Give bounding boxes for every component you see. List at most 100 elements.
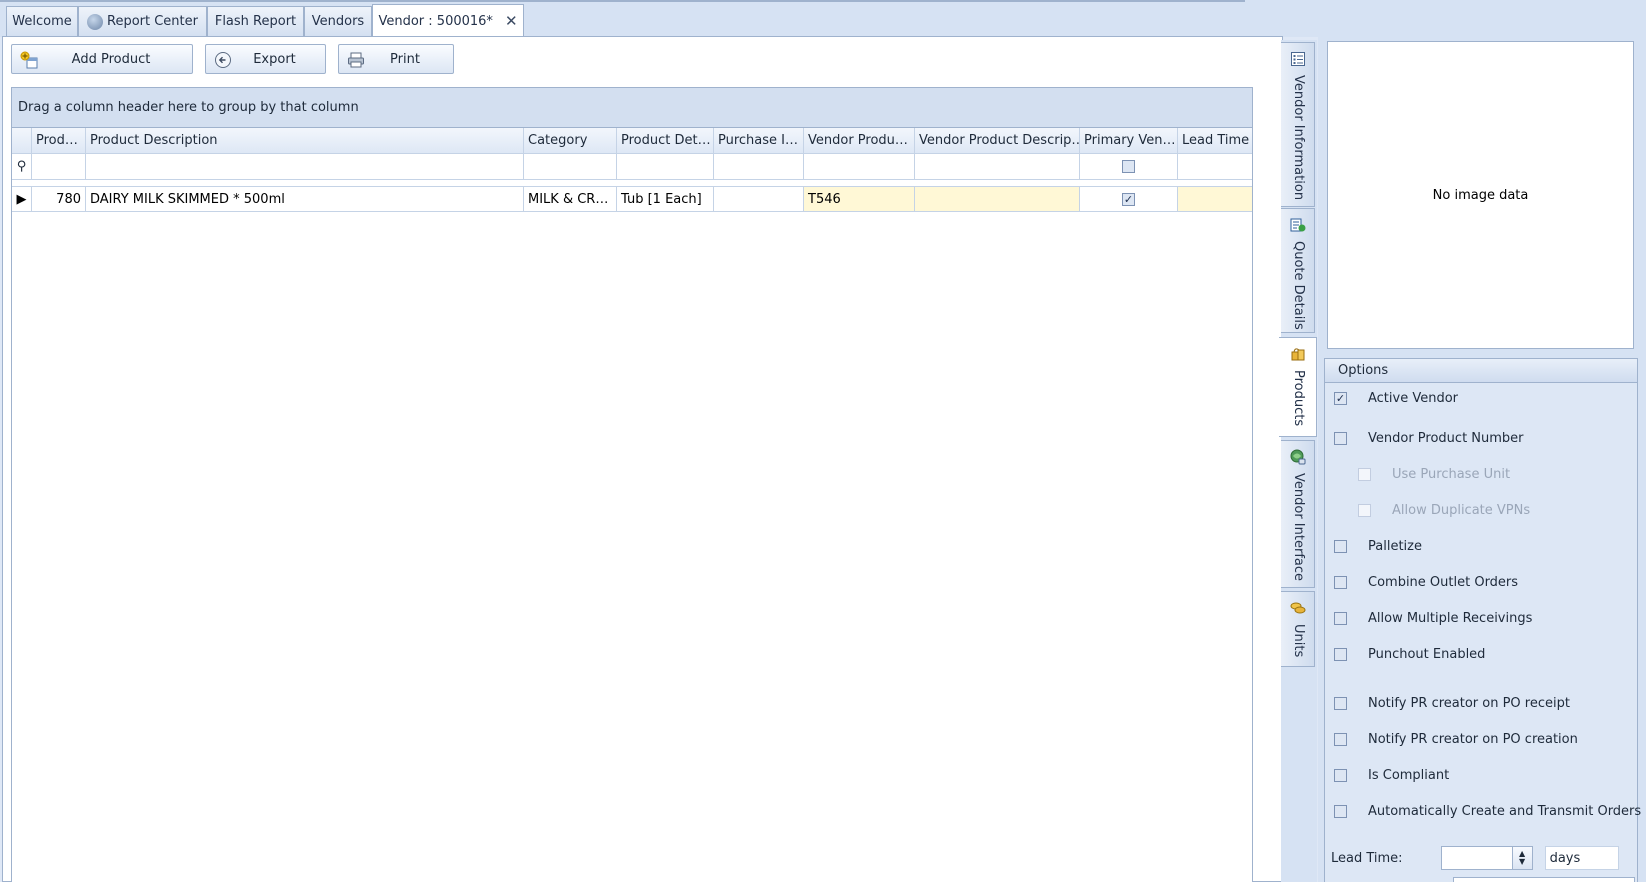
tab-flash-report[interactable]: Flash Report: [207, 6, 304, 36]
notify-po-receipt-checkbox[interactable]: [1334, 697, 1347, 710]
add-product-icon: [20, 51, 38, 69]
print-button[interactable]: Print: [338, 44, 454, 74]
units-icon: [1290, 602, 1306, 614]
side-tab-strip: Vendor Information Quote Details Product…: [1279, 40, 1317, 882]
options-header: Options: [1325, 359, 1637, 383]
cell-lead-time[interactable]: [1178, 187, 1252, 212]
row-indicator-header: [12, 128, 32, 154]
filter-cell[interactable]: [915, 154, 1080, 180]
option-notify-pr-on-po-receipt[interactable]: Notify PR creator on PO receipt: [1334, 696, 1570, 711]
column-header-category[interactable]: Category: [524, 128, 617, 154]
lead-time-unit: days: [1544, 846, 1619, 870]
cell-category[interactable]: MILK & CR…: [524, 187, 617, 212]
option-label: Palletize: [1368, 539, 1422, 554]
side-tab-units[interactable]: Units: [1281, 591, 1315, 667]
cell-product-detail[interactable]: Tub [1 Each]: [617, 187, 714, 212]
column-header-vendor-product-description[interactable]: Vendor Product Descrip…: [915, 128, 1080, 154]
side-tab-label: Quote Details: [1291, 241, 1306, 330]
side-tab-vendor-interface[interactable]: Vendor Interface: [1281, 440, 1315, 588]
column-header-product-detail[interactable]: Product Det…: [617, 128, 714, 154]
group-by-hint: Drag a column header here to group by th…: [18, 100, 359, 115]
auto-create-transmit-checkbox[interactable]: [1334, 805, 1347, 818]
spinner-arrows-icon[interactable]: ▲ ▼: [1511, 847, 1532, 869]
option-label: Is Compliant: [1368, 768, 1450, 783]
grid-header-row: Prod… Product Description Category Produ…: [12, 128, 1252, 154]
column-header-lead-time[interactable]: Lead Time: [1178, 128, 1252, 154]
option-label: Use Purchase Unit: [1392, 467, 1511, 482]
option-use-purchase-unit: Use Purchase Unit: [1358, 467, 1510, 482]
option-allow-multiple-receivings[interactable]: Allow Multiple Receivings: [1334, 611, 1532, 626]
cell-vendor-product-number[interactable]: T546: [804, 187, 915, 212]
use-purchase-unit-checkbox: [1358, 468, 1371, 481]
spin-down-icon[interactable]: ▼: [1519, 858, 1525, 866]
option-notify-pr-on-po-creation[interactable]: Notify PR creator on PO creation: [1334, 732, 1578, 747]
close-icon[interactable]: ✕: [505, 12, 518, 30]
options-group: Options ✓ Active Vendor Vendor Product N…: [1324, 358, 1641, 882]
options-title: Options: [1338, 363, 1389, 378]
option-palletize[interactable]: Palletize: [1334, 539, 1422, 554]
filter-checkbox[interactable]: [1122, 160, 1135, 173]
option-is-compliant[interactable]: Is Compliant: [1334, 768, 1449, 783]
side-tab-label: Products: [1291, 370, 1306, 427]
filter-cell[interactable]: [1178, 154, 1252, 180]
add-product-label: Add Product: [71, 51, 151, 67]
cell-primary-vendor[interactable]: ✓: [1080, 187, 1178, 212]
column-header-vendor-product-number[interactable]: Vendor Produ…: [804, 128, 915, 154]
option-active-vendor[interactable]: ✓ Active Vendor: [1334, 391, 1458, 406]
allow-multiple-receivings-checkbox[interactable]: [1334, 612, 1347, 625]
products-panel: Add Product Export Print Drag a column h…: [2, 36, 1283, 882]
export-button[interactable]: Export: [205, 44, 326, 74]
cell-product-number[interactable]: 780: [32, 187, 86, 212]
tab-welcome[interactable]: Welcome: [6, 6, 78, 36]
cell-purchase-item[interactable]: [714, 187, 804, 212]
product-image-box[interactable]: No image data: [1327, 41, 1634, 349]
notify-po-creation-checkbox[interactable]: [1334, 733, 1347, 746]
option-vendor-product-number[interactable]: Vendor Product Number: [1334, 431, 1524, 446]
option-allow-duplicate-vpns: Allow Duplicate VPNs: [1358, 503, 1530, 518]
printer-icon: [348, 52, 364, 68]
tab-vendors[interactable]: Vendors: [304, 6, 372, 36]
lead-time-label: Lead Time:: [1331, 850, 1403, 866]
side-tab-label: Vendor Interface: [1291, 473, 1306, 582]
side-tab-products[interactable]: Products: [1279, 337, 1317, 437]
filter-cell[interactable]: [617, 154, 714, 180]
option-label: Active Vendor: [1368, 391, 1459, 406]
option-punchout-enabled[interactable]: Punchout Enabled: [1334, 647, 1485, 662]
side-tab-vendor-information[interactable]: Vendor Information: [1281, 42, 1315, 207]
cell-product-description[interactable]: DAIRY MILK SKIMMED * 500ml: [86, 187, 524, 212]
filter-cell[interactable]: [524, 154, 617, 180]
column-header-product-description[interactable]: Product Description: [86, 128, 524, 154]
tab-report-center[interactable]: Report Center: [78, 6, 207, 36]
filter-cell[interactable]: [714, 154, 804, 180]
filter-cell[interactable]: [32, 154, 86, 180]
side-tab-quote-details[interactable]: Quote Details: [1281, 208, 1315, 333]
vendor-product-number-checkbox[interactable]: [1334, 432, 1347, 445]
option-label: Notify PR creator on PO receipt: [1368, 696, 1570, 711]
is-compliant-checkbox[interactable]: [1334, 769, 1347, 782]
punchout-enabled-checkbox[interactable]: [1334, 648, 1347, 661]
filter-icon: ⚲: [12, 154, 32, 180]
column-header-primary-vendor[interactable]: Primary Ven…: [1080, 128, 1178, 154]
vendor-information-icon: [1291, 52, 1305, 66]
add-product-button[interactable]: Add Product: [11, 44, 193, 74]
next-field-partial[interactable]: [1453, 877, 1635, 882]
combine-outlet-orders-checkbox[interactable]: [1334, 576, 1347, 589]
active-vendor-checkbox[interactable]: ✓: [1334, 392, 1347, 405]
palletize-checkbox[interactable]: [1334, 540, 1347, 553]
option-combine-outlet-orders[interactable]: Combine Outlet Orders: [1334, 575, 1518, 590]
option-auto-create-transmit-orders[interactable]: Automatically Create and Transmit Orders: [1334, 804, 1641, 819]
filter-cell[interactable]: [804, 154, 915, 180]
lead-time-row: Lead Time: ▲ ▼ days: [1331, 846, 1619, 870]
lead-time-spinner[interactable]: ▲ ▼: [1440, 846, 1533, 870]
group-by-panel[interactable]: Drag a column header here to group by th…: [12, 88, 1252, 128]
option-label: Vendor Product Number: [1368, 431, 1524, 446]
column-header-purchase-item[interactable]: Purchase I…: [714, 128, 804, 154]
filter-cell[interactable]: [86, 154, 524, 180]
tab-vendor-500016[interactable]: Vendor : 500016* ✕: [372, 4, 524, 37]
primary-vendor-checkbox[interactable]: ✓: [1122, 192, 1135, 206]
cell-vendor-product-description[interactable]: [915, 187, 1080, 212]
column-header-product-number[interactable]: Prod…: [32, 128, 86, 154]
row-indicator-icon: ▶: [12, 187, 32, 212]
filter-cell-primary-vendor[interactable]: [1080, 154, 1178, 180]
table-row[interactable]: ▶ 780 DAIRY MILK SKIMMED * 500ml MILK & …: [12, 186, 1252, 212]
